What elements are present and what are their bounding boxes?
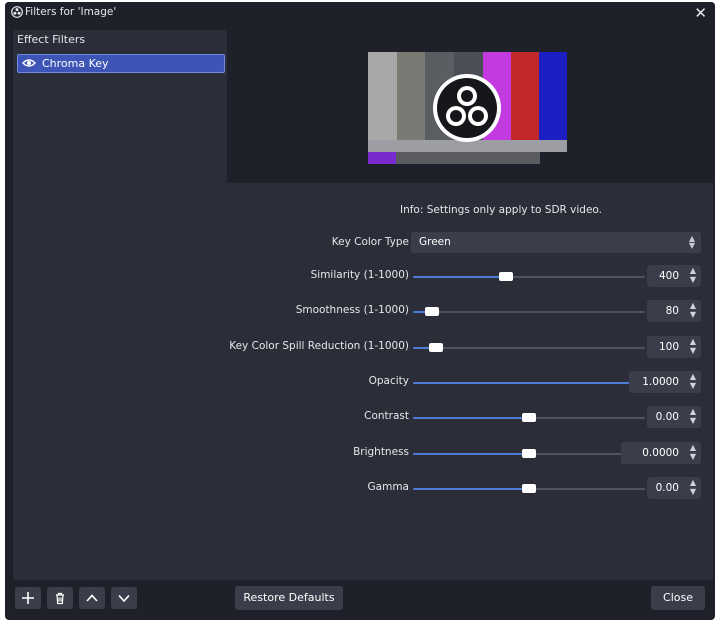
close-button[interactable]: Close <box>651 586 705 610</box>
brightness-label: Brightness <box>353 446 409 458</box>
opacity-label: Opacity <box>368 375 409 387</box>
contrast-slider-handle[interactable] <box>522 413 536 422</box>
effect-filters-heading: Effect Filters <box>17 33 86 46</box>
chevron-up-icon <box>86 594 98 602</box>
move-up-button[interactable] <box>79 587 105 609</box>
chevron-down-icon <box>118 594 130 603</box>
gamma-label: Gamma <box>367 481 409 493</box>
gamma-spinbox[interactable]: 0.00 ▲ ▼ <box>647 477 701 499</box>
chevron-down-icon[interactable]: ▼ <box>690 417 696 425</box>
similarity-value: 400 <box>658 270 679 282</box>
key-color-type-label: Key Color Type <box>331 236 409 248</box>
similarity-slider-handle[interactable] <box>499 272 513 281</box>
sdr-info-text: Info: Settings only apply to SDR video. <box>399 204 603 216</box>
chevron-up-icon[interactable]: ▲ <box>690 444 696 452</box>
chevron-up-icon[interactable]: ▲ <box>690 373 696 381</box>
window-title: Filters for 'Image' <box>25 6 117 18</box>
brightness-slider[interactable] <box>413 449 645 458</box>
similarity-label: Similarity (1-1000) <box>310 269 409 281</box>
opacity-value: 1.0000 <box>642 376 679 388</box>
brightness-value: 0.0000 <box>642 447 679 459</box>
add-icon <box>22 592 34 604</box>
similarity-slider-fill <box>413 276 506 278</box>
key-color-type-value: Green <box>419 236 451 248</box>
brightness-spinbox[interactable]: 0.0000 ▲ ▼ <box>621 442 701 464</box>
contrast-spinbox[interactable]: 0.00 ▲ ▼ <box>647 406 701 428</box>
key-color-type-select[interactable]: Green ▲ ▼ <box>411 232 701 253</box>
key-color-spill-reduction-slider-handle[interactable] <box>429 343 443 352</box>
key-color-spill-reduction-spinbox[interactable]: 100 ▲ ▼ <box>647 336 701 358</box>
title-bar: Filters for 'Image' ✕ <box>5 2 715 24</box>
chevron-up-icon[interactable]: ▲ <box>690 267 696 275</box>
preview-image <box>368 52 567 164</box>
key-color-spill-reduction-value: 100 <box>658 341 679 353</box>
key-color-spill-reduction-slider[interactable] <box>413 343 645 352</box>
effect-filters-panel: Effect Filters Chroma Key <box>13 30 227 580</box>
gamma-value: 0.00 <box>655 482 679 494</box>
remove-filter-button[interactable] <box>47 587 73 609</box>
chevron-down-icon[interactable]: ▼ <box>690 453 696 461</box>
smoothness-label: Smoothness (1-1000) <box>295 304 409 316</box>
contrast-slider-fill <box>413 417 529 419</box>
smoothness-slider-handle[interactable] <box>425 307 439 316</box>
add-filter-button[interactable] <box>15 587 41 609</box>
chevron-up-icon[interactable]: ▲ <box>690 302 696 310</box>
trash-icon <box>56 592 64 605</box>
chevron-up-icon[interactable]: ▲ <box>690 479 696 487</box>
select-arrows-icon: ▲ ▼ <box>688 234 695 250</box>
smoothness-value: 80 <box>665 305 679 317</box>
smoothness-slider[interactable] <box>413 307 645 316</box>
contrast-value: 0.00 <box>655 411 679 423</box>
chevron-down-icon[interactable]: ▼ <box>690 382 696 390</box>
close-icon[interactable]: ✕ <box>694 4 707 22</box>
contrast-label: Contrast <box>364 410 409 422</box>
chevron-down-icon[interactable]: ▼ <box>690 488 696 496</box>
move-down-button[interactable] <box>111 587 137 609</box>
chevron-down-icon[interactable]: ▼ <box>690 311 696 319</box>
preview-area <box>227 30 713 183</box>
brightness-slider-handle[interactable] <box>522 449 536 458</box>
chevron-up-icon[interactable]: ▲ <box>690 408 696 416</box>
filters-window: Filters for 'Image' ✕ Effect Filters Chr… <box>5 2 715 620</box>
chevron-up-icon[interactable]: ▲ <box>690 338 696 346</box>
filter-list-item-chroma-key[interactable]: Chroma Key <box>17 54 225 73</box>
chevron-down-icon[interactable]: ▼ <box>690 276 696 284</box>
gamma-slider[interactable] <box>413 484 645 493</box>
contrast-slider[interactable] <box>413 413 645 422</box>
similarity-slider[interactable] <box>413 272 645 281</box>
filter-settings-panel: Info: Settings only apply to SDR video. … <box>227 30 713 610</box>
gamma-slider-fill <box>413 488 529 490</box>
chevron-down-icon[interactable]: ▼ <box>690 347 696 355</box>
opacity-slider-fill <box>413 382 645 384</box>
similarity-spinbox[interactable]: 400 ▲ ▼ <box>647 265 701 287</box>
restore-defaults-button[interactable]: Restore Defaults <box>235 586 343 610</box>
brightness-slider-fill <box>413 453 529 455</box>
eye-icon[interactable] <box>22 57 36 69</box>
opacity-spinbox[interactable]: 1.0000 ▲ ▼ <box>629 371 701 393</box>
obs-logo-icon <box>11 6 23 18</box>
filter-name: Chroma Key <box>42 57 109 70</box>
key-color-spill-reduction-label: Key Color Spill Reduction (1-1000) <box>229 340 409 352</box>
smoothness-spinbox[interactable]: 80 ▲ ▼ <box>647 300 701 322</box>
gamma-slider-handle[interactable] <box>522 484 536 493</box>
opacity-slider[interactable] <box>413 378 645 387</box>
